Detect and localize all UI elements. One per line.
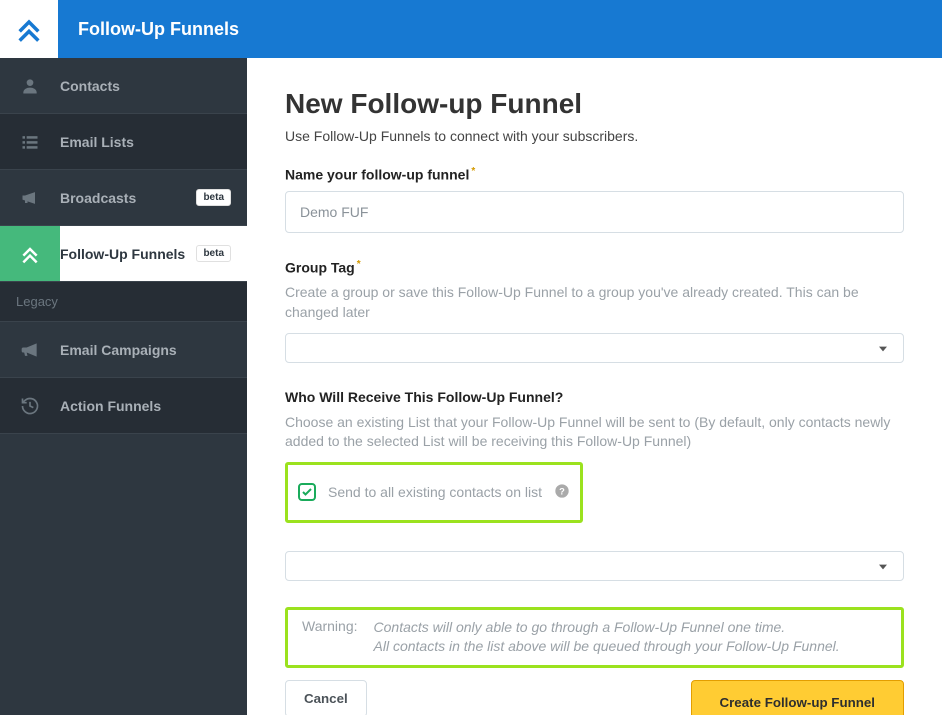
sidebar-item-label: Broadcasts — [60, 190, 196, 206]
sidebar-item-label: Email Lists — [60, 134, 231, 150]
send-all-checkbox[interactable] — [298, 483, 316, 501]
svg-text:?: ? — [559, 486, 565, 496]
actions-row: Cancel Create Follow-up Funnel — [285, 680, 904, 715]
send-all-highlight: Send to all existing contacts on list ? — [285, 462, 583, 523]
name-label: Name your follow-up funnel* — [285, 166, 904, 183]
caret-down-icon — [879, 558, 887, 574]
sidebar-item-label: Contacts — [60, 78, 231, 94]
warning-label: Warning: — [302, 618, 358, 657]
history-icon — [0, 396, 60, 416]
main-content: New Follow-up Funnel Use Follow-Up Funne… — [247, 58, 942, 715]
funnel-name-input[interactable] — [285, 191, 904, 233]
warning-text: Contacts will only able to go through a … — [374, 618, 840, 657]
check-icon — [301, 486, 313, 498]
list-icon — [0, 132, 60, 152]
sidebar-item-label: Action Funnels — [60, 398, 231, 414]
cancel-button[interactable]: Cancel — [285, 680, 367, 715]
logo[interactable] — [0, 0, 58, 58]
bullhorn-icon — [0, 340, 60, 360]
sidebar: Contacts Email Lists Broadcasts beta Fol… — [0, 58, 247, 715]
megaphone-icon — [0, 188, 60, 208]
group-tag-label: Group Tag* — [285, 259, 904, 276]
user-icon — [0, 76, 60, 96]
sidebar-item-followup-funnels[interactable]: Follow-Up Funnels beta — [0, 226, 247, 282]
help-icon[interactable]: ? — [554, 483, 570, 502]
receive-label: Who Will Receive This Follow-Up Funnel? — [285, 389, 904, 405]
group-tag-help: Create a group or save this Follow-Up Fu… — [285, 283, 904, 322]
sidebar-item-email-campaigns[interactable]: Email Campaigns — [0, 322, 247, 378]
chevrons-up-icon — [0, 226, 60, 281]
sidebar-item-contacts[interactable]: Contacts — [0, 58, 247, 114]
page-title: New Follow-up Funnel — [285, 88, 904, 120]
list-select[interactable] — [285, 551, 904, 581]
sidebar-item-label: Email Campaigns — [60, 342, 231, 358]
receive-help: Choose an existing List that your Follow… — [285, 413, 904, 452]
sidebar-item-label: Follow-Up Funnels — [60, 246, 196, 262]
sidebar-section-legacy: Legacy — [0, 282, 247, 322]
beta-badge: beta — [196, 245, 231, 262]
sidebar-item-action-funnels[interactable]: Action Funnels — [0, 378, 247, 434]
page-subtitle: Use Follow-Up Funnels to connect with yo… — [285, 128, 904, 144]
chevrons-up-icon — [15, 15, 43, 43]
beta-badge: beta — [196, 189, 231, 206]
top-header: Follow-Up Funnels — [0, 0, 942, 58]
caret-down-icon — [879, 340, 887, 356]
warning-highlight: Warning: Contacts will only able to go t… — [285, 607, 904, 668]
sidebar-item-broadcasts[interactable]: Broadcasts beta — [0, 170, 247, 226]
create-funnel-button[interactable]: Create Follow-up Funnel — [691, 680, 905, 715]
sidebar-item-email-lists[interactable]: Email Lists — [0, 114, 247, 170]
page-header-title: Follow-Up Funnels — [78, 19, 239, 40]
group-tag-select[interactable] — [285, 333, 904, 363]
send-all-label: Send to all existing contacts on list — [328, 484, 542, 500]
